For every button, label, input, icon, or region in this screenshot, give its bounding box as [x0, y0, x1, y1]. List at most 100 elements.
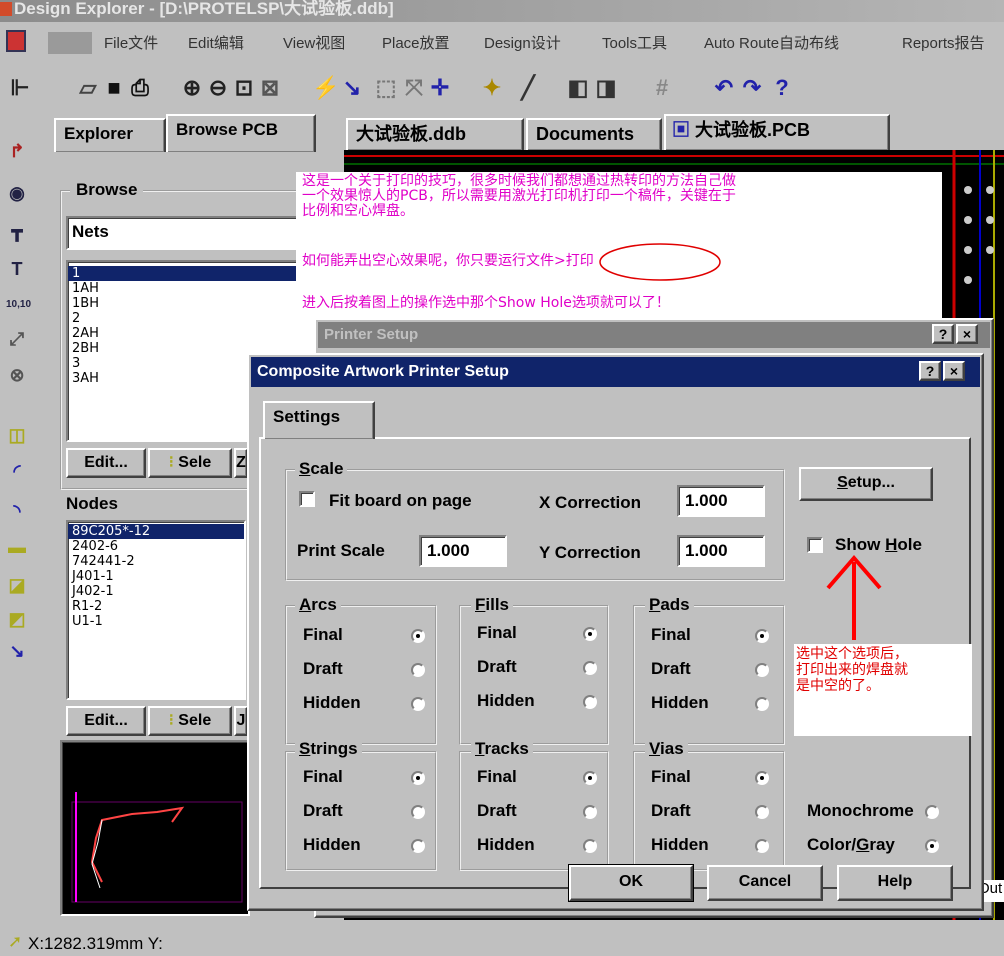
pads-final-radio[interactable]	[755, 629, 769, 643]
list-item[interactable]: 1AH	[68, 281, 318, 296]
board-icon[interactable]: ⊩	[8, 76, 32, 100]
x-correction-input[interactable]: 1.000	[677, 485, 765, 517]
browse-icon[interactable]: ◨	[594, 76, 618, 100]
mini-viewer[interactable]	[60, 740, 250, 916]
print-icon[interactable]: ⎙	[128, 76, 152, 100]
vias-hidden-radio[interactable]	[755, 839, 769, 853]
tab-pcb[interactable]: ▣ 大试验板.PCB	[664, 114, 890, 152]
list-item[interactable]: 742441-2	[68, 554, 244, 569]
tracks-final-radio[interactable]	[583, 771, 597, 785]
pads-draft-radio[interactable]	[755, 663, 769, 677]
tab-explorer[interactable]: Explorer	[54, 118, 166, 152]
select-icon[interactable]: ⬚	[374, 76, 398, 100]
zoom-out-icon[interactable]: ⊖	[206, 76, 230, 100]
tab-ddb[interactable]: 大试验板.ddb	[346, 118, 524, 152]
bg-help-button[interactable]: ?	[932, 324, 954, 344]
menu-file[interactable]: File文件	[104, 32, 158, 53]
list-item[interactable]: 1BH	[68, 296, 318, 311]
help-icon[interactable]: ?	[770, 76, 794, 100]
browse-select[interactable]: Nets	[66, 216, 320, 250]
deselect-icon[interactable]: ⤧	[402, 76, 426, 100]
room-tool-icon[interactable]: ◫	[6, 424, 28, 446]
pen-icon[interactable]: ╱	[516, 76, 540, 100]
arcs-draft-radio[interactable]	[411, 663, 425, 677]
help-title-button[interactable]: ?	[919, 361, 941, 381]
nets-select-button[interactable]: ⁝ Sele	[148, 448, 232, 478]
menu-tools[interactable]: Tools工具	[602, 32, 667, 53]
menu-view[interactable]: View视图	[283, 32, 345, 53]
vias-final-radio[interactable]	[755, 771, 769, 785]
ok-button[interactable]: OK	[568, 864, 694, 902]
arc-edge-tool-icon[interactable]: ◝	[6, 500, 28, 522]
cross-probe-icon[interactable]: ⚡	[312, 76, 339, 100]
nodes-jump-button[interactable]: J	[234, 706, 248, 736]
color-gray-radio[interactable]	[925, 839, 939, 853]
list-item[interactable]: J402-1	[68, 584, 244, 599]
setup-button[interactable]: Setup...	[799, 467, 933, 501]
wand-icon[interactable]: ✦	[480, 76, 504, 100]
tab-settings[interactable]: Settings	[263, 401, 375, 439]
split-plane-tool-icon[interactable]: ◩	[6, 608, 28, 630]
list-item[interactable]: 89C205*-12	[68, 524, 244, 539]
menu-edit[interactable]: Edit编辑	[188, 32, 244, 53]
tab-documents[interactable]: Documents	[526, 118, 662, 152]
menu-reports[interactable]: Reports报告	[902, 32, 985, 53]
zoom-in-icon[interactable]: ⊕	[180, 76, 204, 100]
polygon-tool-icon[interactable]: ◪	[6, 574, 28, 596]
fill-tool-icon[interactable]: ▬	[6, 536, 28, 558]
vias-draft-radio[interactable]	[755, 805, 769, 819]
grid-icon[interactable]: #	[650, 76, 674, 100]
menu-place[interactable]: Place放置	[382, 32, 450, 53]
show-hole-checkbox[interactable]	[807, 537, 823, 553]
strings-draft-radio[interactable]	[411, 805, 425, 819]
save-icon[interactable]: ■	[102, 76, 126, 100]
nodes-edit-button[interactable]: Edit...	[66, 706, 146, 736]
nets-zoom-button[interactable]: Z	[234, 448, 248, 478]
strings-hidden-radio[interactable]	[411, 839, 425, 853]
menu-design[interactable]: Design设计	[484, 32, 561, 53]
arcs-final-radio[interactable]	[411, 629, 425, 643]
close-title-button[interactable]: ×	[943, 361, 965, 381]
fills-hidden-radio[interactable]	[583, 695, 597, 709]
nodes-list[interactable]: 89C205*-12 2402-6 742441-2 J401-1 J402-1…	[66, 520, 246, 700]
list-item[interactable]: J401-1	[68, 569, 244, 584]
redo-icon[interactable]: ↷	[740, 76, 764, 100]
menu-auto-route[interactable]: Auto Route自动布线	[704, 32, 839, 53]
route-icon[interactable]: ↘	[340, 76, 364, 100]
y-correction-input[interactable]: 1.000	[677, 535, 765, 567]
list-item[interactable]: 2402-6	[68, 539, 244, 554]
move-icon[interactable]: ✛	[428, 76, 452, 100]
nets-edit-button[interactable]: Edit...	[66, 448, 146, 478]
nodes-select-button[interactable]: ⁝ Sele	[148, 706, 232, 736]
pads-hidden-radio[interactable]	[755, 697, 769, 711]
print-scale-input[interactable]: 1.000	[419, 535, 507, 567]
fills-draft-radio[interactable]	[583, 661, 597, 675]
line-tool-icon[interactable]: ↘	[6, 640, 28, 662]
list-item[interactable]: R1-2	[68, 599, 244, 614]
list-item[interactable]: 1	[68, 266, 318, 281]
via-tool-icon[interactable]: ┳	[6, 220, 28, 242]
tracks-hidden-radio[interactable]	[583, 839, 597, 853]
strings-final-radio[interactable]	[411, 771, 425, 785]
arc-center-tool-icon[interactable]: ◜	[6, 460, 28, 482]
list-item[interactable]: 2AH	[68, 326, 318, 341]
pad-tool-icon[interactable]: ◉	[6, 182, 28, 204]
cancel-button[interactable]: Cancel	[707, 865, 823, 901]
string-tool-icon[interactable]: T	[6, 258, 28, 280]
arcs-hidden-radio[interactable]	[411, 697, 425, 711]
fit-board-checkbox[interactable]	[299, 491, 315, 507]
document-icon[interactable]	[6, 30, 26, 52]
help-button[interactable]: Help	[837, 865, 953, 901]
undo-icon[interactable]: ↶	[712, 76, 736, 100]
dimension-tool-icon[interactable]: ⤢	[6, 328, 28, 350]
tracks-draft-radio[interactable]	[583, 805, 597, 819]
coordinate-tool-icon[interactable]: 10,10	[6, 294, 31, 316]
component-tool-icon[interactable]: ⊗	[6, 364, 28, 386]
fills-final-radio[interactable]	[583, 627, 597, 641]
open-icon[interactable]: ▱	[76, 76, 100, 100]
list-item[interactable]: U1-1	[68, 614, 244, 629]
zoom-fit-icon[interactable]: ⊠	[258, 76, 282, 100]
library-icon[interactable]: ◧	[566, 76, 590, 100]
monochrome-radio[interactable]	[925, 805, 939, 819]
list-item[interactable]: 2	[68, 311, 318, 326]
